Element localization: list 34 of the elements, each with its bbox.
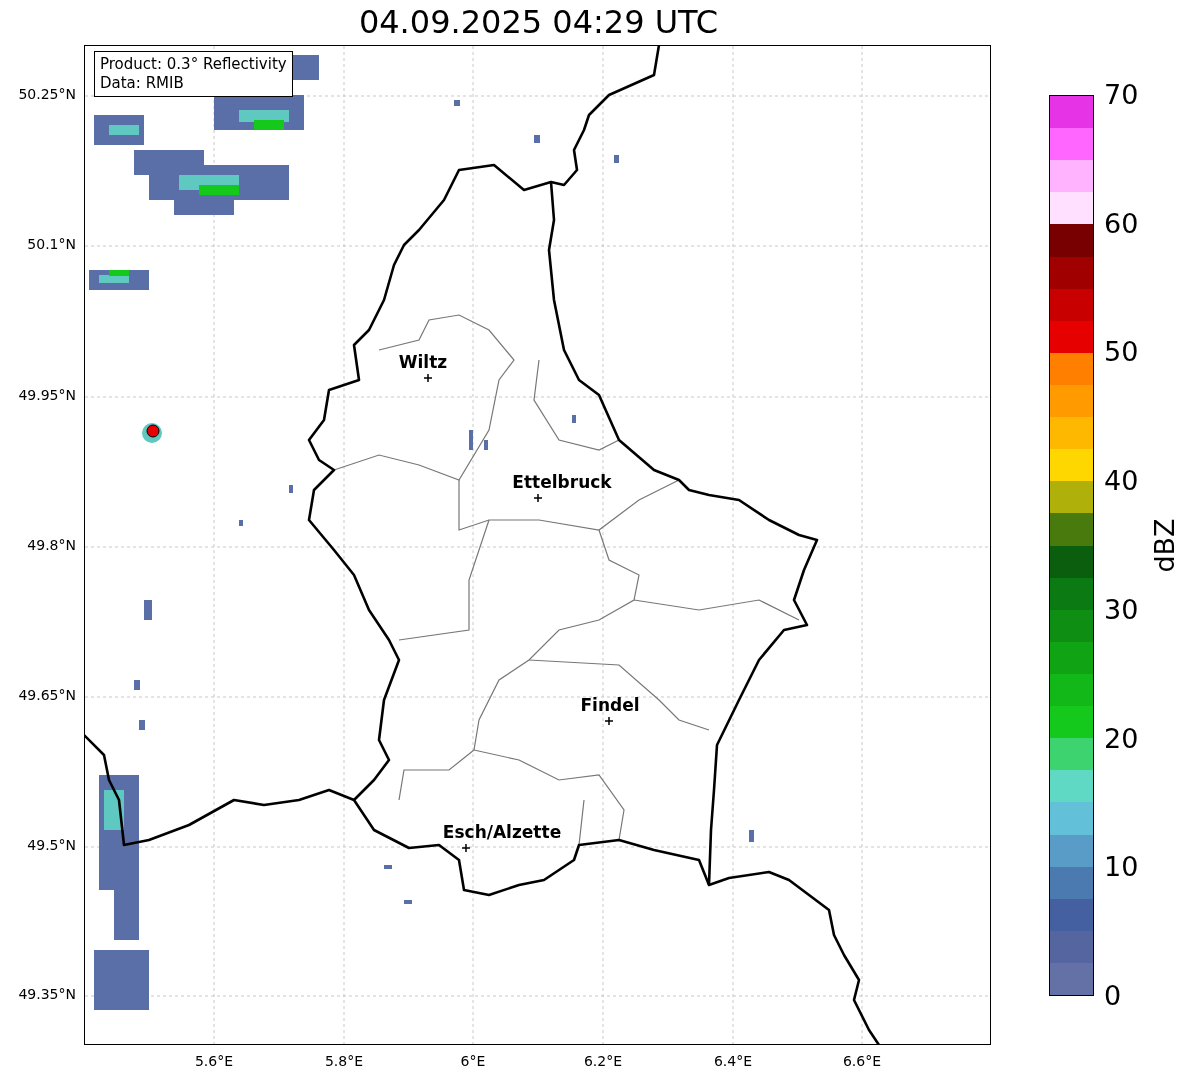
latitude-label: 49.8°N <box>27 537 76 553</box>
city-label: Findel <box>580 695 640 715</box>
longitude-label: 5.6°E <box>193 1053 235 1069</box>
longitude-label: 6°E <box>459 1053 487 1069</box>
longitude-label: 6.2°E <box>582 1053 624 1069</box>
city-marker-icon <box>423 373 433 383</box>
city-marker-icon <box>604 716 614 726</box>
colorbar-tick-label: 30 <box>1103 593 1139 626</box>
latitude-label: 50.25°N <box>18 86 76 102</box>
latitude-label: 49.5°N <box>27 837 76 853</box>
city-label: Ettelbruck <box>512 472 612 492</box>
city-label: Esch/Alzette <box>442 822 562 842</box>
longitude-label: 5.8°E <box>323 1053 365 1069</box>
longitude-label: 6.4°E <box>712 1053 754 1069</box>
city-marker-icon <box>461 843 471 853</box>
colorbar-tick-label: 0 <box>1103 980 1122 1012</box>
latitude-label: 49.35°N <box>18 986 76 1002</box>
city-marker-icon <box>533 493 543 503</box>
latitude-label: 49.95°N <box>18 387 76 403</box>
longitude-label: 6.6°E <box>841 1053 883 1069</box>
latitude-label: 50.1°N <box>27 236 76 252</box>
colorbar-tick-label: 10 <box>1103 851 1139 884</box>
colorbar-tick-label: 40 <box>1103 465 1139 498</box>
latitude-label: 49.65°N <box>18 687 76 703</box>
legend-text: Data: RMIB <box>100 74 185 93</box>
legend-text: Product: 0.3° Reflectivity <box>100 55 287 74</box>
plot-title: 04.09.2025 04:29 UTC <box>358 2 719 43</box>
colorbar-tick-label: 70 <box>1103 79 1139 111</box>
colorbar-tick-label: 60 <box>1103 207 1139 240</box>
city-label: Wiltz <box>398 352 448 372</box>
radar-site-icon <box>142 423 162 443</box>
colorbar-tick-label: 20 <box>1103 722 1139 755</box>
colorbar-tick-label: 50 <box>1103 336 1139 369</box>
colorbar-label: dBZ <box>1148 518 1180 573</box>
